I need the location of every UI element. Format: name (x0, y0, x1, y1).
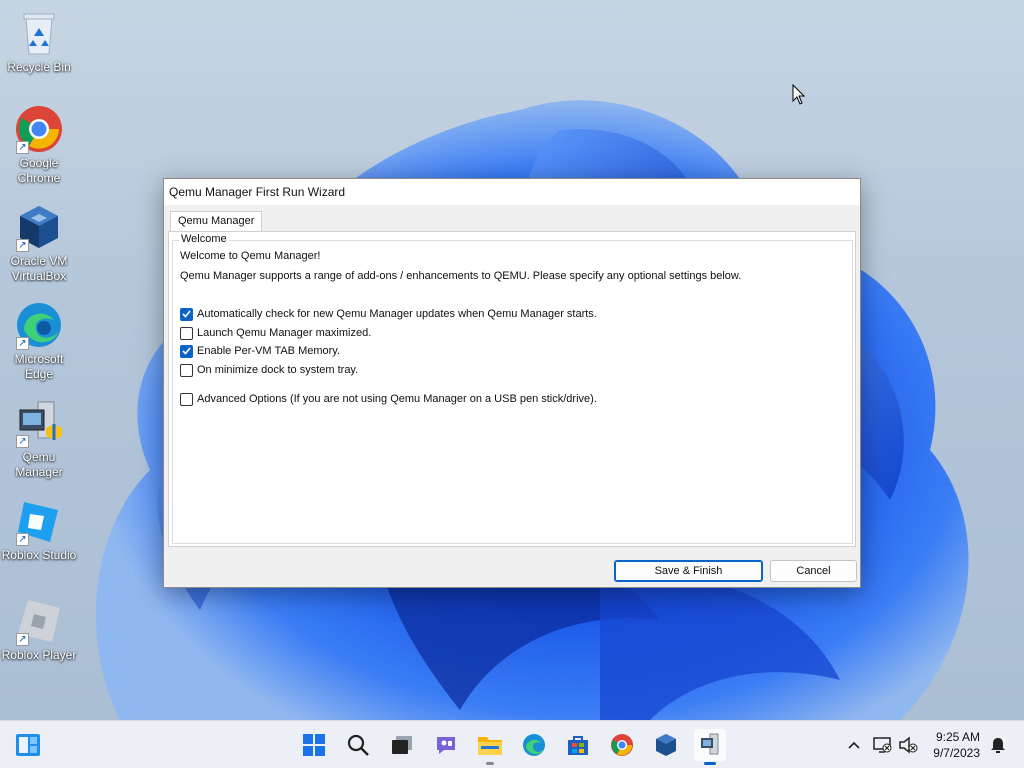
desktop-icon-google-chrome[interactable]: ↗ Google Chrome (1, 104, 77, 186)
desktop-icon-label: Roblox Player (1, 648, 77, 662)
shortcut-arrow-icon: ↗ (16, 141, 29, 154)
option-per-vm-tab-memory[interactable]: Enable Per-VM TAB Memory. (180, 344, 340, 358)
shortcut-arrow-icon: ↗ (16, 633, 29, 646)
notifications-button[interactable] (984, 729, 1012, 761)
file-explorer-button[interactable] (474, 729, 506, 765)
search-icon (347, 734, 369, 756)
chrome-icon (611, 734, 633, 756)
desktop-icon-qemu-manager[interactable]: ↗ Qemu Manager (1, 398, 77, 480)
chat-icon (437, 737, 455, 754)
clock-time: 9:25 AM (935, 730, 980, 744)
option-label: On minimize dock to system tray. (197, 364, 359, 376)
option-auto-update[interactable]: Automatically check for new Qemu Manager… (180, 307, 597, 321)
network-disconnected-icon (873, 737, 892, 753)
roblox-player-icon: ↗ (14, 596, 64, 646)
desktop-icon-virtualbox[interactable]: ↗ Oracle VM VirtualBox (1, 202, 77, 284)
virtualbox-taskbar-button[interactable] (650, 729, 682, 761)
option-label: Launch Qemu Manager maximized. (197, 327, 372, 339)
chrome-taskbar-button[interactable] (606, 729, 638, 761)
shortcut-arrow-icon: ↗ (16, 239, 29, 252)
first-run-wizard-dialog: Qemu Manager First Run Wizard Qemu Manag… (163, 178, 861, 588)
widgets-button[interactable] (12, 729, 44, 761)
shortcut-arrow-icon: ↗ (16, 435, 29, 448)
option-launch-maximized[interactable]: Launch Qemu Manager maximized. (180, 326, 371, 340)
option-advanced[interactable]: Advanced Options (If you are not using Q… (180, 392, 597, 406)
store-icon (568, 736, 588, 755)
checkbox-per-vm-tab-memory[interactable] (180, 344, 193, 358)
shortcut-arrow-icon: ↗ (16, 337, 29, 350)
volume-button[interactable] (894, 729, 922, 761)
group-label: Welcome (179, 233, 229, 245)
edge-icon: ↗ (14, 300, 64, 350)
task-view-button[interactable] (386, 729, 418, 761)
desktop-icon-roblox-player[interactable]: ↗ Roblox Player (1, 596, 77, 663)
qemu-manager-icon (701, 733, 719, 755)
edge-icon (523, 734, 545, 756)
cancel-button[interactable]: Cancel (770, 560, 857, 582)
task-view-icon (392, 736, 412, 754)
option-label: Automatically check for new Qemu Manager… (197, 308, 597, 320)
intro-text: Qemu Manager supports a range of add-ons… (180, 270, 742, 282)
desktop-icon-roblox-studio[interactable]: ↗ Roblox Studio (1, 496, 77, 563)
checkbox-auto-update[interactable] (180, 307, 193, 321)
network-button[interactable] (868, 729, 896, 761)
notification-bell-icon (991, 736, 1007, 753)
desktop-icon-recycle-bin[interactable]: Recycle Bin (1, 8, 77, 75)
tab-qemu-manager[interactable]: Qemu Manager (170, 211, 263, 233)
tab-strip: Qemu Manager (168, 209, 856, 233)
chrome-icon: ↗ (14, 104, 64, 154)
desktop-icon-label: Qemu Manager (15, 450, 63, 479)
volume-muted-icon (899, 736, 918, 754)
checkbox-advanced[interactable] (180, 392, 193, 406)
mouse-cursor-icon (792, 83, 806, 111)
show-hidden-icons-button[interactable] (839, 729, 869, 761)
shortcut-arrow-icon: ↗ (16, 533, 29, 546)
welcome-groupbox: Welcome Welcome to Qemu Manager! Qemu Ma… (172, 233, 853, 544)
chevron-up-icon (848, 741, 860, 749)
running-indicator (486, 762, 494, 765)
desktop-icon-label: Roblox Studio (1, 548, 77, 562)
roblox-studio-icon: ↗ (14, 496, 64, 546)
widgets-icon (16, 734, 40, 756)
clock[interactable]: 9:25 AM 9/7/2023 (933, 729, 980, 761)
desktop-icon-label: Recycle Bin (7, 60, 71, 74)
dialog-title: Qemu Manager First Run Wizard (164, 179, 860, 205)
clock-date: 9/7/2023 (933, 746, 980, 760)
qemu-manager-icon: ↗ (14, 398, 64, 448)
recycle-bin-icon (14, 8, 64, 58)
start-icon (303, 734, 325, 756)
taskbar: 9:25 AM 9/7/2023 (0, 720, 1024, 768)
store-button[interactable] (562, 729, 594, 761)
chat-button[interactable] (430, 729, 462, 761)
desktop-icon-microsoft-edge[interactable]: ↗ Microsoft Edge (1, 300, 77, 382)
start-button[interactable] (298, 729, 330, 761)
tab-page: Welcome Welcome to Qemu Manager! Qemu Ma… (168, 231, 856, 547)
desktop-icon-label: Microsoft Edge (14, 352, 64, 381)
option-dock-to-tray[interactable]: On minimize dock to system tray. (180, 363, 358, 377)
active-indicator (704, 762, 716, 765)
virtualbox-icon: ↗ (14, 202, 64, 252)
desktop-icon-label: Oracle VM VirtualBox (10, 254, 68, 283)
edge-taskbar-button[interactable] (518, 729, 550, 761)
qemu-manager-taskbar-button[interactable] (694, 729, 726, 765)
option-label: Enable Per-VM TAB Memory. (197, 345, 341, 357)
virtualbox-icon (656, 734, 676, 756)
save-finish-button[interactable]: Save & Finish (614, 560, 763, 582)
checkbox-launch-maximized[interactable] (180, 326, 193, 340)
checkbox-dock-to-tray[interactable] (180, 363, 193, 377)
search-button[interactable] (342, 729, 374, 761)
option-label: Advanced Options (If you are not using Q… (197, 393, 597, 405)
file-explorer-icon (478, 737, 502, 755)
welcome-text: Welcome to Qemu Manager! (180, 250, 321, 262)
desktop-icon-label: Google Chrome (17, 156, 61, 185)
